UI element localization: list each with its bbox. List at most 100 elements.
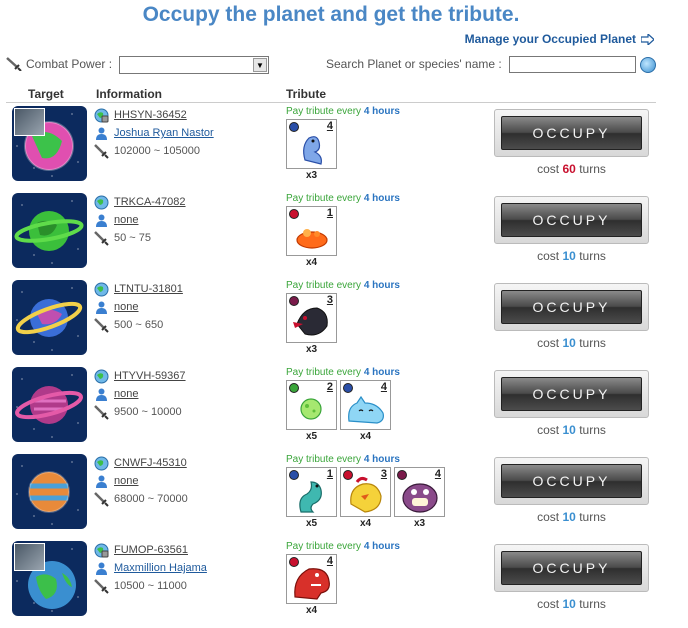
occupy-button[interactable]: OCCUPY (494, 196, 649, 244)
planet-code-link[interactable]: HTYVH-59367 (114, 370, 186, 382)
header-target: Target (28, 87, 64, 101)
occupy-button-label: OCCUPY (501, 116, 642, 150)
tribute-card[interactable]: 4 x4 (286, 554, 337, 616)
owner-name-link[interactable]: Joshua Ryan Nastor (114, 127, 214, 139)
sword-icon (6, 57, 22, 71)
planet-thumbnail[interactable] (12, 367, 87, 442)
tribute-schedule: Pay tribute every 4 hours (286, 367, 400, 378)
tribute-rank: 1 (326, 207, 333, 219)
owner-name-link[interactable]: none (114, 475, 138, 487)
tribute-card[interactable]: 2 x5 (286, 380, 337, 442)
planet-row: FUMOP-63561 Maxmillion Hajama 10500 ~ 11… (6, 541, 656, 628)
user-icon (96, 127, 107, 140)
planet-code-link[interactable]: TRKCA-47082 (114, 196, 186, 208)
planet-code-link[interactable]: LTNTU-31801 (114, 283, 183, 295)
planet-code-link[interactable]: HHSYN-36452 (114, 109, 187, 121)
sword-icon (94, 317, 109, 333)
tribute-section: Pay tribute every 4 hours 4 x4 (286, 541, 486, 616)
combat-power-label-group: Combat Power : (6, 57, 112, 71)
occupy-button[interactable]: OCCUPY (494, 457, 649, 505)
occupy-button[interactable]: OCCUPY (494, 370, 649, 418)
tribute-schedule: Pay tribute every 4 hours (286, 541, 400, 552)
planet-thumbnail[interactable] (12, 106, 87, 181)
occupy-button[interactable]: OCCUPY (494, 283, 649, 331)
manage-occupied-planet-link[interactable]: Manage your Occupied Planet (465, 32, 654, 46)
tribute-creature-image: 4 (394, 467, 445, 517)
combat-power-range: 10500 ~ 11000 (114, 580, 187, 592)
globe-icon (94, 195, 109, 209)
sword-icon (94, 578, 109, 594)
cost-value: 10 (562, 597, 576, 611)
manage-link-label: Manage your Occupied Planet (464, 32, 636, 46)
tribute-section: Pay tribute every 4 hours 1 x5 3 x4 4 x3 (286, 454, 486, 529)
combat-power-select[interactable]: ▼ (119, 56, 269, 74)
tribute-section: Pay tribute every 4 hours 2 x5 4 x4 (286, 367, 486, 442)
combat-power-range: 102000 ~ 105000 (114, 145, 200, 157)
table-header: Target Information Tribute (6, 86, 656, 103)
tribute-quantity: x4 (305, 605, 318, 616)
user-icon (96, 475, 107, 488)
planet-code-link[interactable]: FUMOP-63561 (114, 544, 188, 556)
planet-thumbnail[interactable] (12, 280, 87, 355)
tribute-card[interactable]: 3 x4 (340, 467, 391, 529)
cost-value: 10 (562, 249, 576, 263)
occupy-button[interactable]: OCCUPY (494, 544, 649, 592)
planet-row: TRKCA-47082 none 50 ~ 75 Pay tribute eve… (6, 193, 656, 280)
tribute-quantity: x3 (413, 518, 426, 529)
owner-name-link[interactable]: Maxmillion Hajama (114, 562, 207, 574)
combat-power-range: 500 ~ 650 (114, 319, 164, 331)
tribute-cards: 1 x5 3 x4 4 x3 (286, 467, 486, 529)
planet-thumbnail[interactable] (12, 193, 87, 268)
tribute-creature-image: 4 (340, 380, 391, 430)
combat-power-range: 68000 ~ 70000 (114, 493, 188, 505)
tribute-hours: 4 hours (363, 454, 400, 465)
planet-icon (28, 471, 70, 513)
tribute-card[interactable]: 4 x3 (394, 467, 445, 529)
tribute-section: Pay tribute every 4 hours 1 x4 (286, 193, 486, 268)
occupy-cost: cost 10 turns (537, 597, 606, 611)
owner-name-link[interactable]: none (114, 214, 138, 226)
tribute-rank: 3 (380, 468, 387, 480)
combat-power-label: Combat Power : (26, 57, 113, 71)
search-icon[interactable] (640, 57, 656, 73)
occupy-button-label: OCCUPY (501, 551, 642, 585)
user-icon (96, 214, 107, 227)
locked-globe-icon (94, 108, 109, 122)
occupy-cost: cost 60 turns (537, 162, 606, 176)
chevron-down-icon[interactable]: ▼ (253, 58, 267, 72)
planet-thumbnail[interactable] (12, 454, 87, 529)
arrow-right-icon (641, 33, 654, 45)
tribute-card[interactable]: 3 x3 (286, 293, 337, 355)
tribute-card[interactable]: 4 x4 (340, 380, 391, 442)
planet-code-link[interactable]: CNWFJ-45310 (114, 457, 187, 469)
tribute-section: Pay tribute every 4 hours 3 x3 (286, 280, 486, 355)
occupy-section: OCCUPY cost 10 turns (494, 544, 649, 611)
tribute-creature-image: 1 (286, 467, 337, 517)
occupy-button[interactable]: OCCUPY (494, 109, 649, 157)
occupy-button-label: OCCUPY (501, 290, 642, 324)
globe-icon (94, 369, 109, 383)
tribute-card[interactable]: 4 x3 (286, 119, 337, 181)
tribute-rank: 3 (326, 294, 333, 306)
planet-row: HTYVH-59367 none 9500 ~ 10000 Pay tribut… (6, 367, 656, 454)
occupy-section: OCCUPY cost 10 turns (494, 283, 649, 350)
planet-row: HHSYN-36452 Joshua Ryan Nastor 102000 ~ … (6, 106, 656, 193)
sword-icon (94, 143, 109, 159)
owner-name-link[interactable]: none (114, 301, 138, 313)
tribute-rank: 4 (380, 381, 387, 393)
planet-information: HHSYN-36452 Joshua Ryan Nastor 102000 ~ … (94, 106, 284, 160)
tribute-quantity: x5 (305, 431, 318, 442)
tribute-quantity: x4 (359, 431, 372, 442)
owner-avatar[interactable] (14, 543, 45, 571)
occupy-section: OCCUPY cost 60 turns (494, 109, 649, 176)
tribute-card[interactable]: 1 x4 (286, 206, 337, 268)
search-input[interactable] (509, 56, 636, 73)
occupy-button-label: OCCUPY (501, 377, 642, 411)
planet-thumbnail[interactable] (12, 541, 87, 616)
owner-name-link[interactable]: none (114, 388, 138, 400)
filter-bar: Combat Power : ▼ Search Planet or specie… (6, 55, 656, 75)
tribute-creature-image: 3 (340, 467, 391, 517)
owner-avatar[interactable] (14, 108, 45, 136)
tribute-card[interactable]: 1 x5 (286, 467, 337, 529)
page-title: Occupy the planet and get the tribute. (142, 3, 520, 26)
